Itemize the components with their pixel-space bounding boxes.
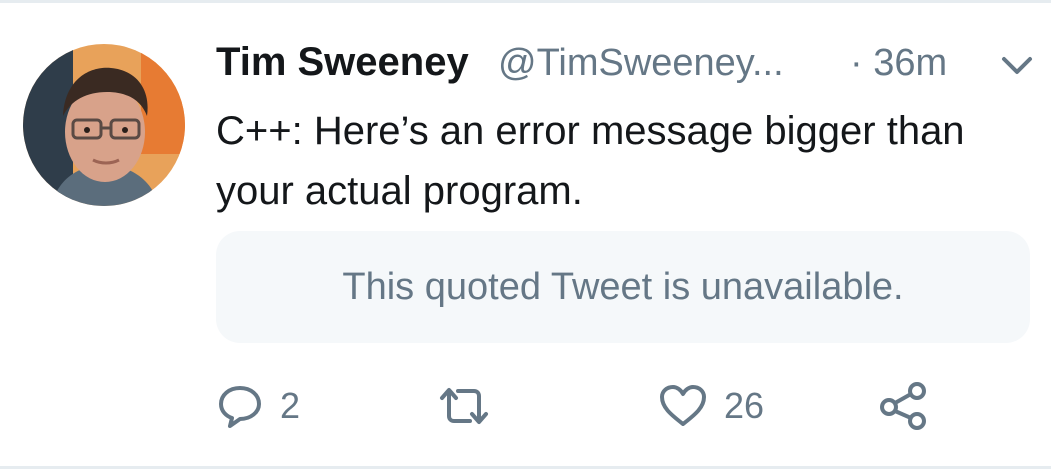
share-icon — [880, 382, 926, 430]
top-divider — [0, 0, 1051, 3]
retweet-icon — [440, 388, 488, 424]
quoted-tweet-card[interactable]: This quoted Tweet is unavailable. — [216, 231, 1030, 343]
avatar-image — [23, 44, 185, 206]
author-name[interactable]: Tim Sweeney — [216, 40, 469, 85]
author-handle[interactable]: @TimSweeney... — [498, 42, 784, 85]
like-button[interactable]: 26 — [658, 382, 764, 430]
chevron-down-icon[interactable] — [1000, 54, 1034, 78]
reply-button[interactable]: 2 — [216, 382, 300, 430]
like-count: 26 — [724, 385, 765, 426]
reply-icon — [219, 386, 261, 428]
heart-icon — [660, 385, 706, 426]
retweet-button[interactable] — [436, 382, 492, 430]
avatar[interactable] — [23, 44, 185, 206]
tweet-text: C++: Here’s an error message bigger than… — [216, 109, 965, 213]
tweet-header: Tim Sweeney @TimSweeney... · 36m — [216, 40, 1036, 88]
tweet-timestamp[interactable]: · 36m — [850, 42, 947, 85]
reply-count: 2 — [280, 385, 301, 426]
share-button[interactable] — [877, 382, 929, 430]
quoted-tweet-unavailable-notice: This quoted Tweet is unavailable. — [342, 265, 904, 308]
